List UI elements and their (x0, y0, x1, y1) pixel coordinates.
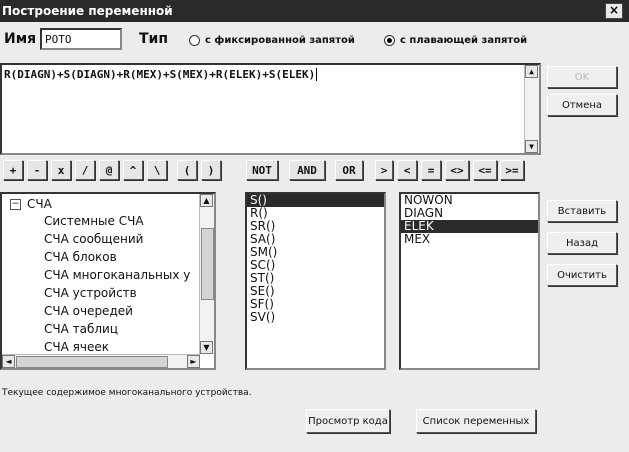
op-plus-button[interactable]: + (3, 160, 23, 180)
type-label: Тип (139, 31, 169, 47)
close-icon[interactable]: × (605, 3, 623, 19)
tree-vscrollbar[interactable]: ▲ ▼ (199, 194, 214, 354)
radio-floating-point[interactable]: с плавающей запятой (384, 35, 527, 46)
tree-collapse-icon[interactable]: − (10, 198, 21, 210)
op-greater-button[interactable]: > (375, 160, 393, 180)
tree-hscroll-thumb[interactable] (16, 356, 168, 368)
radio-float-dot[interactable] (384, 35, 395, 46)
expression-editor[interactable]: R(DIAGN)+S(DIAGN)+R(MEX)+S(MEX)+R(ELEK)+… (0, 63, 541, 155)
tree-scroll-right-icon[interactable]: ► (187, 355, 200, 368)
clear-button[interactable]: Очистить (547, 264, 617, 286)
op-backslash-button[interactable]: \ (147, 160, 167, 180)
radio-fixed-label: с фиксированной запятой (205, 35, 355, 46)
op-multiply-button[interactable]: x (51, 160, 71, 180)
editor-scrollbar[interactable]: ▲ ▼ (524, 65, 539, 153)
tree-scroll-thumb[interactable] (201, 228, 214, 300)
op-lessequal-button[interactable]: <= (473, 160, 497, 180)
op-divide-button[interactable]: / (75, 160, 95, 180)
status-text: Текущее содержимое многоканального устро… (2, 388, 252, 398)
title-bar: Построение переменной × (0, 0, 629, 22)
tree-scroll-up-icon[interactable]: ▲ (200, 194, 213, 207)
tree-hscrollbar[interactable]: ◄ ► (2, 354, 200, 368)
op-or-button[interactable]: OR (335, 160, 363, 180)
tree-root-label: СЧА (27, 197, 52, 211)
op-and-button[interactable]: AND (289, 160, 325, 180)
list-item[interactable]: MEX (401, 233, 538, 246)
op-lparen-button[interactable]: ( (177, 160, 197, 180)
window-title: Построение переменной (2, 4, 173, 18)
tree-item[interactable]: СЧА очередей (44, 304, 133, 318)
back-button[interactable]: Назад (547, 232, 617, 254)
op-less-button[interactable]: < (397, 160, 417, 180)
tree-item[interactable]: СЧА ячеек (44, 340, 109, 354)
device-list[interactable]: NOWON DIAGN ELEK MEX (399, 192, 540, 370)
op-at-button[interactable]: @ (99, 160, 119, 180)
dialog-window: Построение переменной × Имя POTO Тип с ф… (0, 0, 629, 452)
tree-item[interactable]: СЧА сообщений (44, 232, 143, 246)
cancel-button[interactable]: Отмена (547, 94, 617, 116)
tree-item[interactable]: Системные СЧА (44, 214, 144, 228)
op-power-button[interactable]: ^ (123, 160, 143, 180)
expression-text: R(DIAGN)+S(DIAGN)+R(MEX)+S(MEX)+R(ELEK)+… (4, 68, 316, 81)
list-item[interactable]: SV() (247, 311, 384, 324)
tree-item[interactable]: СЧА устройств (44, 286, 137, 300)
ok-button[interactable]: OK (547, 66, 617, 88)
tree-scroll-down-icon[interactable]: ▼ (200, 341, 213, 354)
tree-scroll-left-icon[interactable]: ◄ (2, 355, 15, 368)
radio-fixed-dot[interactable] (189, 35, 200, 46)
op-notequal-button[interactable]: <> (445, 160, 469, 180)
variable-list-button[interactable]: Список переменных (416, 409, 536, 433)
insert-button[interactable]: Вставить (547, 200, 617, 222)
op-not-button[interactable]: NOT (246, 160, 278, 180)
text-cursor (316, 68, 318, 81)
op-greaterequal-button[interactable]: >= (500, 160, 524, 180)
view-code-button[interactable]: Просмотр кода (306, 409, 390, 433)
radio-fixed-point[interactable]: с фиксированной запятой (189, 35, 355, 46)
tree-item[interactable]: СЧА таблиц (44, 322, 118, 336)
scroll-down-icon[interactable]: ▼ (525, 140, 538, 153)
scroll-up-icon[interactable]: ▲ (525, 65, 538, 78)
tree-item[interactable]: СЧА блоков (44, 250, 117, 264)
op-equal-button[interactable]: = (421, 160, 441, 180)
name-input[interactable]: POTO (40, 28, 122, 50)
op-rparen-button[interactable]: ) (201, 160, 221, 180)
tree-item[interactable]: СЧА многоканальных у (44, 268, 190, 282)
sna-tree[interactable]: − СЧА Системные СЧА СЧА сообщений СЧА бл… (0, 192, 216, 370)
radio-float-label: с плавающей запятой (400, 35, 528, 46)
tree-root[interactable]: − СЧА (10, 197, 52, 211)
op-minus-button[interactable]: - (27, 160, 47, 180)
function-list[interactable]: S() R() SR() SA() SM() SC() ST() SE() SF… (245, 192, 386, 370)
name-label: Имя (4, 31, 37, 47)
